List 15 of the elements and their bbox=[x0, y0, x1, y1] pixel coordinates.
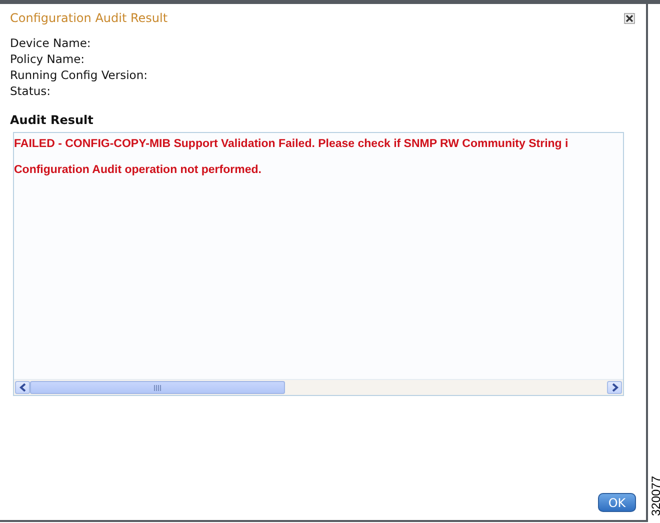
scroll-right-icon[interactable] bbox=[607, 381, 622, 394]
field-label: Policy Name: bbox=[10, 51, 85, 67]
close-icon[interactable] bbox=[624, 12, 635, 24]
field-label: Running Config Version: bbox=[10, 67, 148, 83]
ok-button[interactable]: OK bbox=[598, 493, 636, 512]
error-message: Configuration Audit operation not performed. bbox=[14, 163, 262, 178]
horizontal-scrollbar[interactable] bbox=[14, 379, 623, 395]
error-message: FAILED - CONFIG-COPY-MIB Support Validation Failed. Please check if SNMP RW Community String i bbox=[14, 137, 568, 152]
dialog-title: Configuration Audit Result bbox=[10, 11, 168, 25]
figure-number: 320077 bbox=[648, 476, 660, 516]
field-label: Device Name: bbox=[10, 35, 91, 51]
scroll-thumb[interactable] bbox=[30, 381, 285, 394]
section-title: Audit Result bbox=[10, 113, 94, 127]
scroll-left-icon[interactable] bbox=[15, 381, 30, 394]
field-label: Status: bbox=[10, 83, 51, 99]
